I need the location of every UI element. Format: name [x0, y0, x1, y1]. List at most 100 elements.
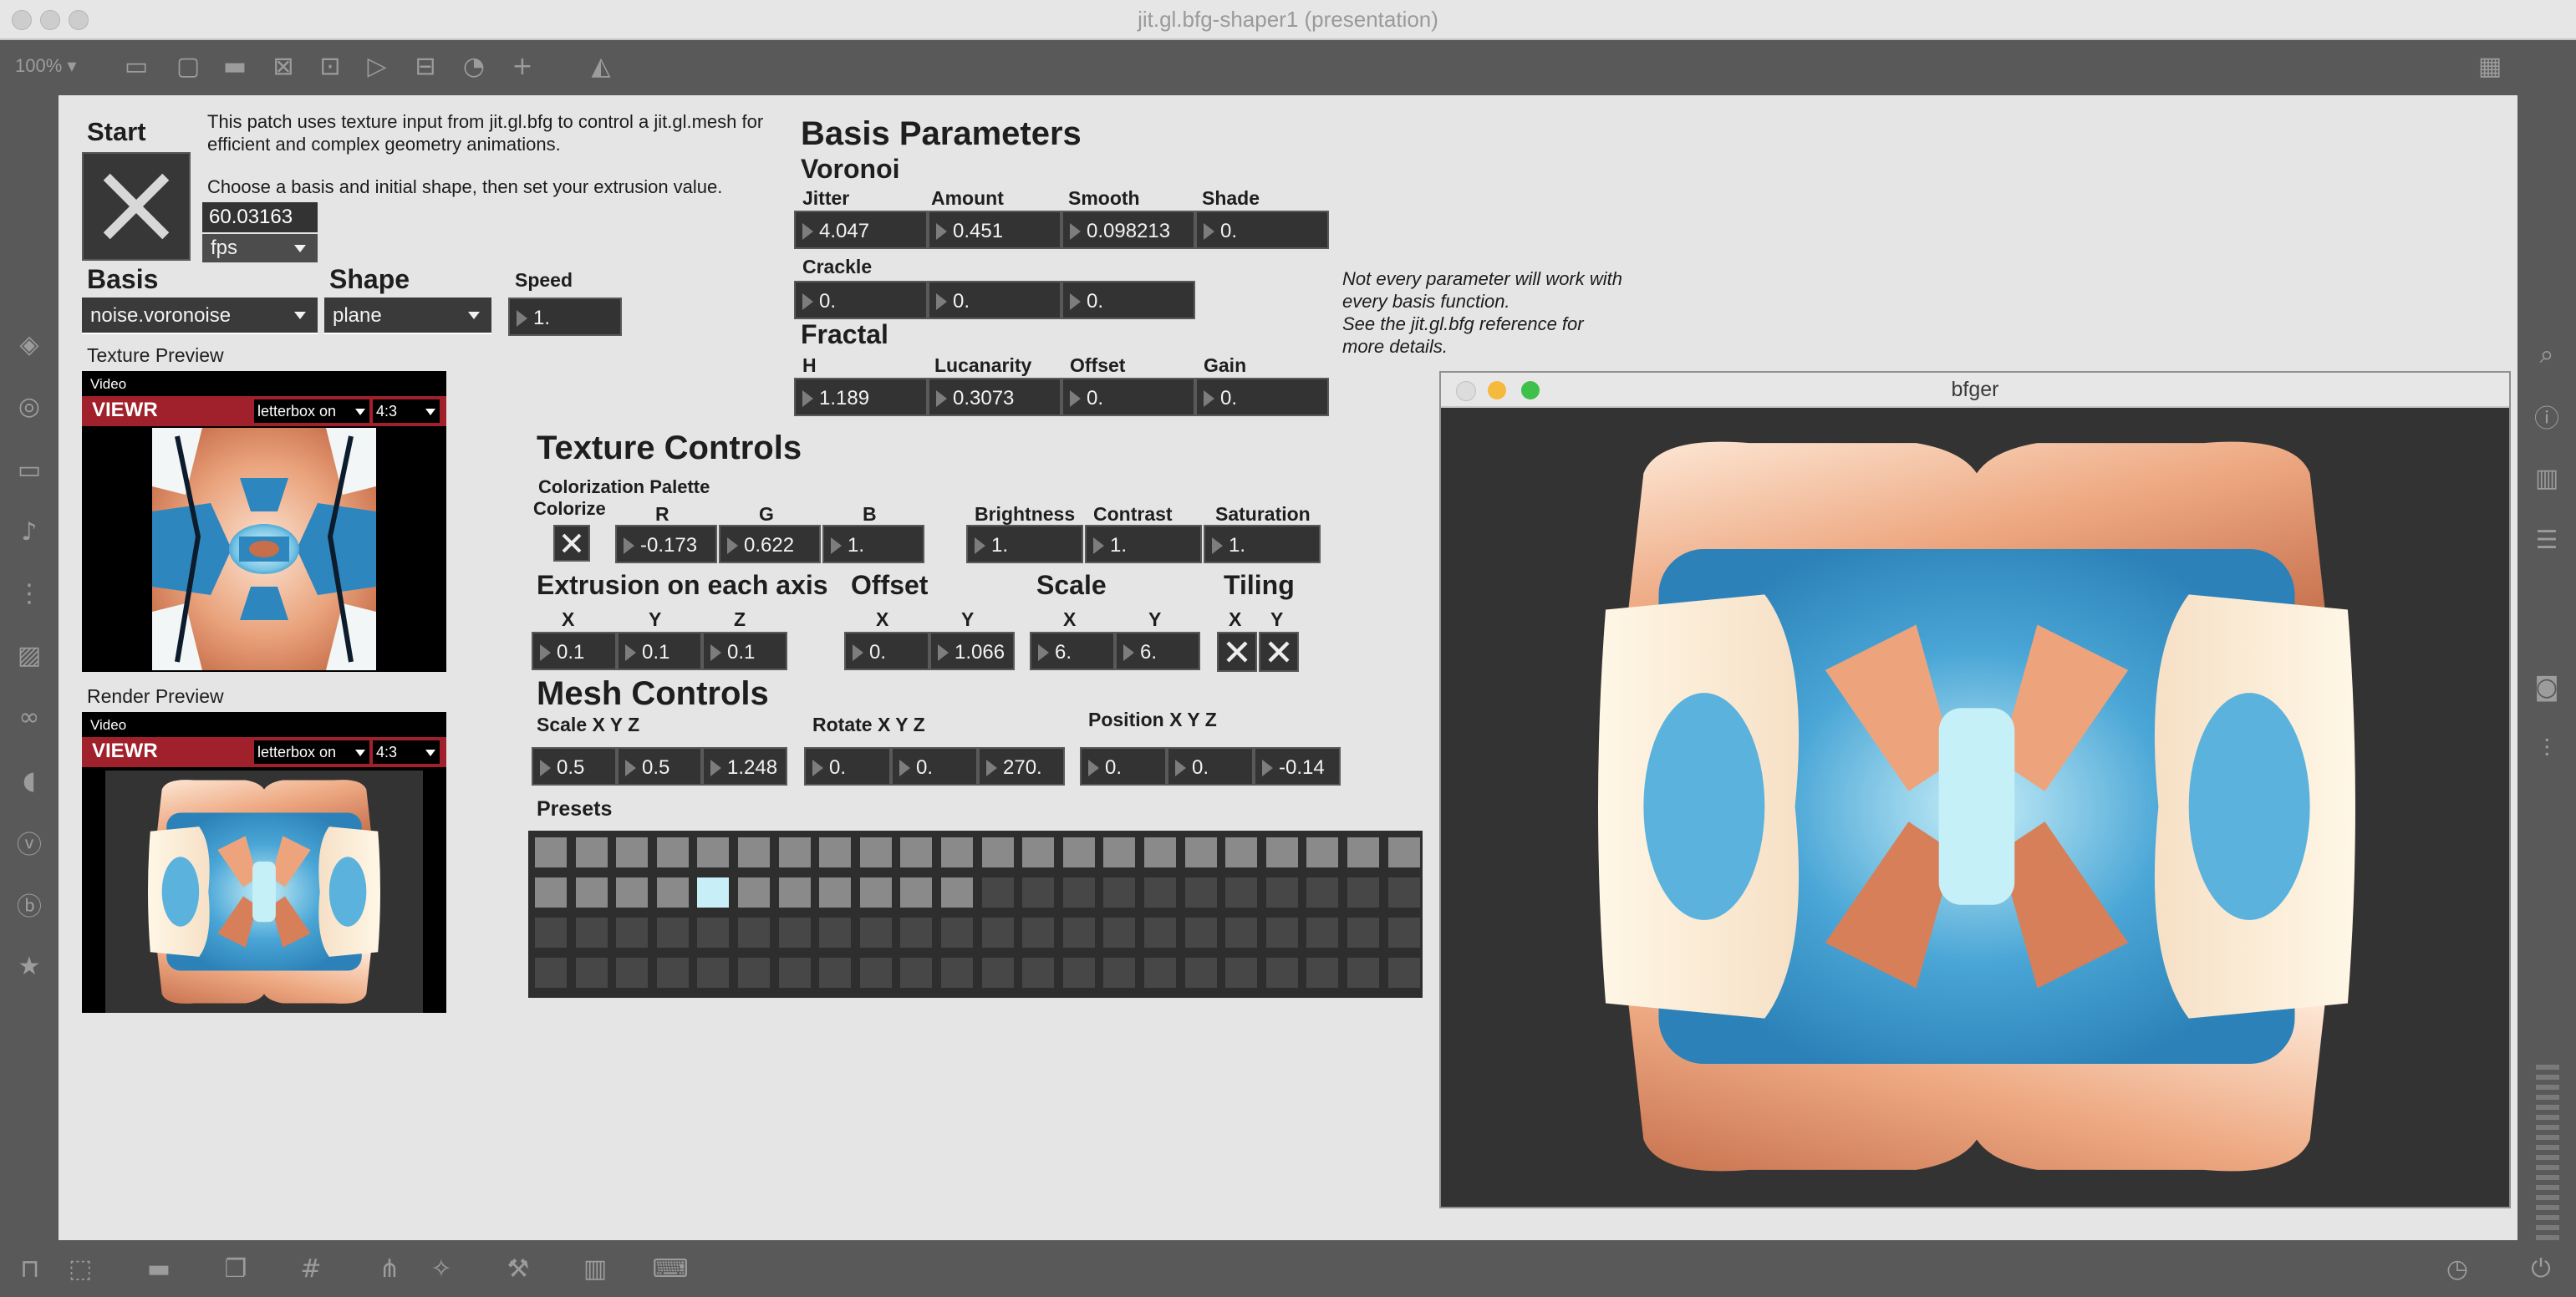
preset-slot[interactable]: [819, 837, 852, 867]
preset-slot[interactable]: [1144, 958, 1176, 988]
comment-icon[interactable]: ▬: [142, 1252, 176, 1285]
preset-slot[interactable]: [778, 877, 811, 908]
preset-slot[interactable]: [941, 877, 973, 908]
wand-icon[interactable]: ✧: [425, 1252, 458, 1285]
link-icon[interactable]: ∞: [13, 700, 46, 734]
preset-slot[interactable]: [1022, 958, 1055, 988]
preset-slot[interactable]: [1387, 958, 1420, 988]
list-icon[interactable]: ☰: [2530, 523, 2563, 557]
preset-slot[interactable]: [697, 918, 730, 948]
preset-slot[interactable]: [1103, 958, 1136, 988]
preset-slot[interactable]: [1144, 918, 1176, 948]
preset-slot[interactable]: [1265, 958, 1298, 988]
preset-slot[interactable]: [656, 877, 689, 908]
preset-slot[interactable]: [981, 918, 1014, 948]
preset-slot[interactable]: [1387, 837, 1420, 867]
brightness-number[interactable]: 1.: [966, 525, 1083, 563]
saturation-number[interactable]: 1.: [1204, 525, 1321, 563]
image-icon[interactable]: ▨: [13, 638, 46, 672]
colorize-toggle[interactable]: [553, 525, 590, 562]
preset-slot[interactable]: [819, 877, 852, 908]
mesh-rotate-x[interactable]: 0.: [804, 747, 891, 786]
mesh-rotate-z[interactable]: 270.: [978, 747, 1065, 786]
offset-y-number[interactable]: 1.066: [929, 632, 1015, 670]
split-icon[interactable]: ⊟: [410, 50, 441, 82]
preset-slot[interactable]: [1144, 877, 1176, 908]
preset-slot[interactable]: [616, 877, 649, 908]
scale-x-number[interactable]: 6.: [1030, 632, 1115, 670]
amount-number[interactable]: 0.451: [928, 211, 1061, 249]
lock-icon[interactable]: ⊓: [13, 1252, 47, 1285]
speaker-icon[interactable]: ◎: [13, 389, 46, 423]
preset-slot[interactable]: [1022, 837, 1055, 867]
preset-slot[interactable]: [575, 918, 608, 948]
bfger-window[interactable]: bfger: [1439, 371, 2511, 1208]
preset-slot[interactable]: [1306, 837, 1339, 867]
grid-view-icon[interactable]: ▦: [2474, 50, 2506, 82]
edit-icon[interactable]: ⬚: [64, 1252, 97, 1285]
render-preview-viewer[interactable]: Video VIEWR letterbox on 4:3: [82, 712, 446, 1013]
preset-slot[interactable]: [819, 918, 852, 948]
extrusion-x-number[interactable]: 0.1: [532, 632, 617, 670]
letterbox-menu[interactable]: letterbox on: [254, 740, 369, 764]
preset-slot[interactable]: [535, 958, 567, 988]
preset-slot[interactable]: [738, 958, 770, 988]
speed-number[interactable]: 1.: [508, 298, 622, 336]
preset-slot[interactable]: [1103, 877, 1136, 908]
scale-y-number[interactable]: 6.: [1115, 632, 1200, 670]
r-number[interactable]: -0.173: [615, 525, 717, 563]
star-icon[interactable]: ★: [13, 949, 46, 983]
preset-slot[interactable]: [778, 958, 811, 988]
bus-icon[interactable]: ▭: [13, 453, 46, 486]
preset-slot[interactable]: [859, 877, 892, 908]
crackle-number-1[interactable]: 0.: [794, 281, 928, 319]
preset-slot[interactable]: [1306, 877, 1339, 908]
preset-slot[interactable]: [535, 837, 567, 867]
tree-icon[interactable]: ⋔: [373, 1252, 406, 1285]
smooth-number[interactable]: 0.098213: [1061, 211, 1195, 249]
preset-slot[interactable]: [981, 837, 1014, 867]
aspect-menu[interactable]: 4:3: [373, 399, 440, 423]
note-icon[interactable]: ♪: [13, 515, 46, 548]
target-icon[interactable]: ⊡: [314, 50, 346, 82]
preset-slot[interactable]: [1225, 958, 1258, 988]
preset-slot[interactable]: [656, 918, 689, 948]
preset-slot[interactable]: [1306, 918, 1339, 948]
presets-grid[interactable]: [528, 831, 1423, 998]
wrench-icon[interactable]: ⚒: [501, 1252, 535, 1285]
crackle-number-2[interactable]: 0.: [928, 281, 1061, 319]
preset-slot[interactable]: [1062, 958, 1095, 988]
mesh-scale-z[interactable]: 1.248: [702, 747, 787, 786]
preset-slot[interactable]: [900, 918, 933, 948]
mesh-position-y[interactable]: 0.: [1167, 747, 1254, 786]
book-icon[interactable]: ▥: [2530, 461, 2563, 495]
jitter-number[interactable]: 4.047: [794, 211, 928, 249]
preset-slot[interactable]: [778, 837, 811, 867]
preset-slot[interactable]: [1184, 918, 1217, 948]
b-number[interactable]: 1.: [822, 525, 924, 563]
preset-slot[interactable]: [778, 918, 811, 948]
tiling-y-toggle[interactable]: [1259, 632, 1299, 672]
preset-slot[interactable]: [941, 958, 973, 988]
preset-slot[interactable]: [1306, 958, 1339, 988]
preset-slot[interactable]: [1265, 837, 1298, 867]
preset-slot[interactable]: [900, 958, 933, 988]
x-icon[interactable]: ⊠: [267, 50, 299, 82]
preset-slot[interactable]: [941, 918, 973, 948]
preset-slot[interactable]: [1265, 918, 1298, 948]
aspect-menu[interactable]: 4:3: [373, 740, 440, 764]
extrusion-y-number[interactable]: 0.1: [617, 632, 702, 670]
keyboard-icon[interactable]: ⌨: [652, 1252, 688, 1285]
preset-slot[interactable]: [738, 918, 770, 948]
offset-x-number[interactable]: 0.: [844, 632, 929, 670]
preset-slot[interactable]: [1103, 837, 1136, 867]
preset-slot[interactable]: [1387, 918, 1420, 948]
letterbox-menu[interactable]: letterbox on: [254, 399, 369, 423]
texture-preview-viewer[interactable]: Video VIEWR letterbox on 4:3: [82, 371, 446, 672]
shade-number[interactable]: 0.: [1195, 211, 1329, 249]
preset-slot[interactable]: [697, 958, 730, 988]
preset-slot[interactable]: [738, 837, 770, 867]
panel-icon[interactable]: ▭: [120, 50, 152, 82]
preset-slot[interactable]: [656, 958, 689, 988]
play-icon[interactable]: ◷: [2441, 1252, 2474, 1285]
